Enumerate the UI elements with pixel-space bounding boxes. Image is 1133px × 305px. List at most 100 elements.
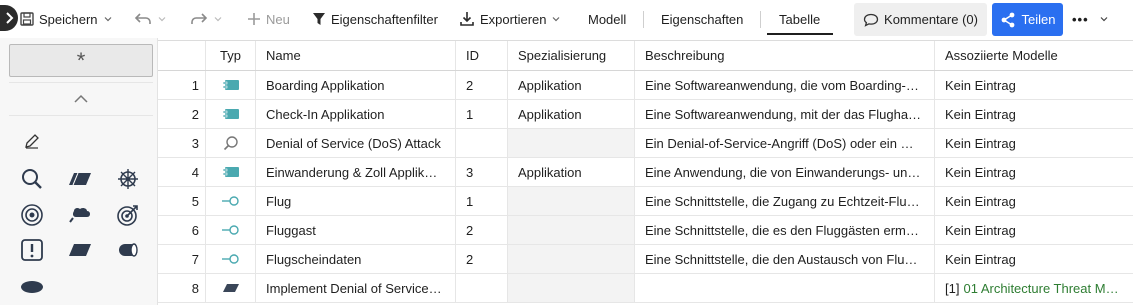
associated-models-cell: Kein Eintrag (934, 187, 1133, 215)
target-icon[interactable] (18, 201, 46, 229)
export-button[interactable]: Exportieren (459, 0, 561, 38)
filter-icon (313, 13, 325, 25)
associated-models-cell: Kein Eintrag (934, 216, 1133, 244)
name-cell: Flugscheindaten (255, 245, 455, 273)
parallelogram-solid-icon[interactable] (66, 236, 94, 264)
specialization-cell: Applikation (507, 71, 634, 99)
cloud-icon[interactable] (66, 201, 94, 229)
table-row[interactable]: 1 Boarding Applikation 2 Applikation Ein… (158, 71, 1133, 100)
type-cell (205, 274, 255, 302)
new-label: Neu (266, 11, 290, 27)
comments-button[interactable]: Kommentare (0) (854, 3, 987, 36)
specialization-cell (507, 245, 634, 273)
save-button[interactable]: Speichern (20, 0, 113, 38)
name-cell: Implement Denial of Service… (255, 274, 455, 302)
cylinder-icon[interactable] (114, 236, 142, 264)
id-cell (455, 274, 507, 302)
asterisk-icon: * (76, 47, 86, 73)
floppy-disk-icon (20, 12, 34, 26)
id-cell (455, 129, 507, 157)
column-header-name[interactable]: Name (255, 41, 455, 70)
ellipse-icon[interactable] (18, 273, 46, 301)
specialization-cell: Applikation (507, 100, 634, 128)
row-number: 2 (191, 106, 199, 122)
id-cell: 3 (455, 158, 507, 186)
column-header-id[interactable]: ID (455, 41, 507, 70)
table-row[interactable]: 7 Flugscheindaten 2 Eine Schnittstelle, … (158, 245, 1133, 274)
chevron-down-icon (158, 17, 166, 22)
share-button[interactable]: Teilen (992, 3, 1063, 36)
interface-icon (221, 225, 239, 235)
column-header-description[interactable]: Beschreibung (634, 41, 934, 70)
id-cell: 2 (455, 245, 507, 273)
type-cell (205, 129, 255, 157)
elements-table: Typ Name ID Spezialisierung Beschreibung… (158, 38, 1133, 305)
description-cell: Ein Denial-of-Service-Angriff (DoS) oder… (634, 129, 934, 157)
associated-models-cell: Kein Eintrag (934, 100, 1133, 128)
chevron-right-icon (6, 12, 14, 24)
description-cell: Eine Schnittstelle, die es den Fluggäste… (634, 216, 934, 244)
all-elements-button[interactable]: * (9, 44, 153, 77)
more-options-button[interactable]: ••• (1072, 0, 1109, 38)
column-header-type[interactable]: Typ (205, 41, 255, 70)
magnifier-icon[interactable] (18, 165, 46, 193)
row-number: 5 (191, 193, 199, 209)
table-row[interactable]: 3 Denial of Service (DoS) Attack Ein Den… (158, 129, 1133, 158)
target-arrow-icon[interactable] (114, 201, 142, 229)
comment-bubble-icon (863, 13, 879, 27)
element-palette: * (0, 38, 158, 305)
property-filter-button[interactable]: Eigenschaftenfilter (312, 0, 438, 38)
description-cell: Eine Schnittstelle, die den Austausch vo… (634, 245, 934, 273)
redo-button[interactable] (190, 0, 223, 38)
row-number: 8 (191, 280, 199, 296)
header-row-number (158, 41, 205, 70)
description-cell (634, 274, 934, 302)
tab-model[interactable]: Modell (588, 0, 626, 38)
tab-properties[interactable]: Eigenschaften (661, 0, 743, 38)
export-icon (460, 12, 474, 26)
row-number: 3 (191, 135, 199, 151)
interface-icon (221, 254, 239, 264)
associated-models-cell: Kein Eintrag (934, 158, 1133, 186)
id-cell: 2 (455, 216, 507, 244)
plus-icon (248, 13, 260, 25)
interface-icon (221, 196, 239, 206)
type-cell (205, 100, 255, 128)
chevron-down-icon (104, 17, 111, 22)
table-header: Typ Name ID Spezialisierung Beschreibung… (158, 40, 1133, 71)
table-row[interactable]: 4 Einwanderung & Zoll Applik… 3 Applikat… (158, 158, 1133, 187)
name-cell: Boarding Applikation (255, 71, 455, 99)
pencil-icon[interactable] (18, 127, 46, 155)
column-header-associated-models[interactable]: Assoziierte Modelle (934, 41, 1133, 70)
table-row[interactable]: 6 Fluggast 2 Eine Schnittstelle, die es … (158, 216, 1133, 245)
model-count: [1] (945, 280, 960, 296)
description-cell: Eine Softwareanwendung, mit der das Flug… (634, 100, 934, 128)
id-cell: 1 (455, 187, 507, 215)
parallelogram-icon[interactable] (66, 165, 94, 193)
type-cell (205, 158, 255, 186)
magnifier-icon (223, 136, 238, 151)
column-header-specialization[interactable]: Spezialisierung (507, 41, 634, 70)
specialization-cell: Applikation (507, 158, 634, 186)
warning-square-icon[interactable] (18, 236, 46, 264)
toolbar-divider (643, 11, 644, 28)
table-row[interactable]: 2 Check-In Applikation 1 Applikation Ein… (158, 100, 1133, 129)
application-icon (222, 109, 239, 119)
associated-models-cell: Kein Eintrag (934, 129, 1133, 157)
export-label: Exportieren (480, 11, 547, 27)
row-number: 6 (191, 222, 199, 238)
parallelogram-icon (222, 284, 239, 292)
tab-table-label: Tabelle (779, 11, 821, 27)
associated-model-link[interactable]: 01 Architecture Threat M… (963, 281, 1118, 296)
scroll-up-button[interactable] (9, 82, 153, 116)
table-row[interactable]: 8 Implement Denial of Service… [1] 01 Ar… (158, 274, 1133, 303)
undo-button[interactable] (134, 0, 167, 38)
row-number: 4 (191, 164, 199, 180)
table-row[interactable]: 5 Flug 1 Eine Schnittstelle, die Zugang … (158, 187, 1133, 216)
wheel-icon[interactable] (114, 165, 142, 193)
new-button[interactable]: Neu (247, 0, 290, 38)
name-cell: Denial of Service (DoS) Attack (255, 129, 455, 157)
chevron-down-icon (1100, 17, 1108, 22)
collapse-panel-button[interactable] (0, 5, 18, 31)
name-cell: Check-In Applikation (255, 100, 455, 128)
